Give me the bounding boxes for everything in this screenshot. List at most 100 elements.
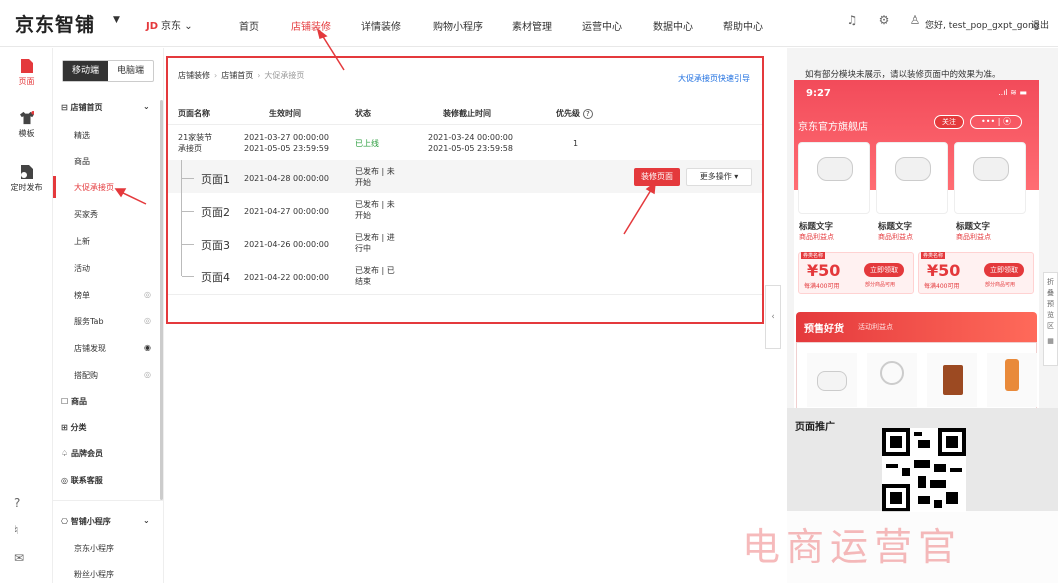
phone-frame: 9:27 ..ıl ≋ ▬ 京东官方旗舰店 关注 ••• | ⦿ 标题文字 商品… [794,80,1039,453]
nav-material[interactable]: 素材管理 [512,18,552,33]
jd-store-selector[interactable]: JD 京东 ⌄ [146,17,193,32]
user-icon: ♙ [909,13,921,27]
presale-header: 预售好货 活动利益点 [796,312,1037,342]
quick-guide-link[interactable]: 大促承接页快速引导 [678,73,750,84]
collapse-preview-label: 折叠预览区 [1047,278,1054,330]
panel-item-promo-page[interactable]: 大促承接页 [74,182,114,193]
subpage-name: 页面1 [201,173,230,186]
group-customer-service-label: 联系客服 [70,476,103,485]
logout-link[interactable]: 退出 [1031,18,1049,31]
rail-item-pages[interactable]: 页面 [0,58,53,87]
logo-caret-icon[interactable]: ▼ [113,15,120,25]
eye-icon[interactable]: ◎ [144,370,151,379]
panel-item-jd-mini[interactable]: 京东小程序 [74,543,114,554]
shirt-icon [19,111,34,125]
decorate-page-button[interactable]: 装修页面 [634,168,680,186]
gear-icon[interactable]: ⚙ [877,13,891,27]
page-icon [20,59,33,73]
earbuds-image [807,353,857,407]
col-effective-time: 生效时间 [269,109,301,118]
help-circle-icon[interactable]: ? [582,109,593,119]
eye-icon[interactable]: ◎ [144,290,151,299]
headset-icon[interactable]: ♮ [14,523,18,537]
page-name-line1: 21家装节 [178,133,213,142]
chevron-down-icon: ⌄ [143,102,150,111]
claim-coupon-button[interactable]: 立即领取 [864,263,904,277]
deadline-start: 2021-03-24 00:00:00 [428,133,513,142]
rail-item-templates-label: 模板 [18,129,35,138]
store-name: 京东官方旗舰店 [798,122,868,133]
panel-item-service-tab[interactable]: 服务Tab [74,316,104,327]
collapse-arrow-icon[interactable]: ‹ [765,285,781,349]
panel-item-featured[interactable]: 精选 [74,130,90,141]
nav-mini-program[interactable]: 购物小程序 [433,18,483,33]
panel-item-fans-mini[interactable]: 粉丝小程序 [74,569,114,580]
subpage-status: 已发布 | 已结束 [355,265,395,287]
qr-small-icon: ▦ [1047,337,1054,345]
status-line1: 已发布 | 未 [355,200,395,209]
nav-operation[interactable]: 运营中心 [582,18,622,33]
nav-store-decoration[interactable]: 店铺装修 [291,18,331,33]
earbuds-image [895,157,931,181]
collapse-preview-tab[interactable]: 折叠预览区 ▦ [1043,272,1058,366]
col-deadline: 装修截止时间 [443,109,491,118]
tree-branch [182,211,194,212]
deadline-end: 2021-05-05 23:59:58 [428,144,513,153]
group-customer-service[interactable]: ◎ 联系客服 [61,475,103,486]
presale-subtitle: 活动利益点 [858,323,893,331]
claim-coupon-button[interactable]: 立即领取 [984,263,1024,277]
panel-item-discovery[interactable]: 店铺发现 [74,343,106,354]
panel-item-new[interactable]: 上新 [74,236,90,247]
subpage-status: 已发布 | 未开始 [355,166,395,188]
active-indicator [53,176,56,198]
product-subtitle: 商品利益点 [878,233,913,241]
panel-item-activity[interactable]: 活动 [74,263,90,274]
crumb-store-home[interactable]: 店铺首页 [221,71,253,80]
bell-icon[interactable]: ♫ [845,13,859,27]
help-icon[interactable]: ? [14,496,20,510]
rail-item-templates[interactable]: 模板 [0,110,53,139]
coupon-card: 券类名称 ¥50 每满400可用 立即领取 部分商品可用 [798,252,914,294]
jd-store-label: 京东 [161,21,182,32]
product-card [876,142,948,214]
page-list-panel: 移动端 电脑端 ⊟ 店铺首页 ⌄ 精选 商品 大促承接页 买家秀 上新 活动 榜单… [53,48,164,583]
phone-image [987,353,1037,407]
panel-scrollbar[interactable] [160,100,163,500]
device-toggle: 移动端 电脑端 [62,60,154,82]
product-subtitle: 商品利益点 [799,233,834,241]
subpage-name: 页面3 [201,239,230,252]
coupon-tag: 券类名称 [921,252,946,259]
wallet-image [927,353,977,407]
product-title: 标题文字 [878,222,913,232]
more-actions-button[interactable]: 更多操作 ▾ [686,168,752,186]
priority-value: 1 [573,139,579,148]
panel-item-ranking[interactable]: 榜单 [74,290,90,301]
rail-item-scheduled[interactable]: 定时发布 [0,164,53,193]
group-store-home[interactable]: ⊟ 店铺首页 ⌄ [61,102,150,113]
follow-button[interactable]: 关注 [934,115,964,129]
eye-icon[interactable]: ◉ [144,343,151,352]
nav-help[interactable]: 帮助中心 [723,18,763,33]
crumb-store-decoration[interactable]: 店铺装修 [178,71,210,80]
mode-pc-button[interactable]: 电脑端 [108,61,153,81]
panel-item-buyer-show[interactable]: 买家秀 [74,209,98,220]
nav-data[interactable]: 数据中心 [653,18,693,33]
panel-item-products[interactable]: 商品 [74,156,90,167]
group-mini-program[interactable]: ⎔ 智铺小程序 ⌄ [61,516,150,527]
crumb-current: 大促承接页 [264,71,305,80]
nav-home[interactable]: 首页 [239,18,259,33]
mode-mobile-button[interactable]: 移动端 [63,61,108,81]
more-menu-button[interactable]: ••• | ⦿ [970,115,1022,129]
subpage-status: 已发布 | 未开始 [355,199,395,221]
subpage-time: 2021-04-28 00:00:00 [244,174,329,183]
col-status: 状态 [355,109,371,118]
nav-detail-decoration[interactable]: 详情装修 [361,18,401,33]
eye-icon[interactable]: ◎ [144,316,151,325]
group-member[interactable]: ♤ 品牌会员 [61,448,103,459]
panel-item-bundle[interactable]: 搭配购 [74,370,98,381]
feedback-icon[interactable]: ✉ [14,551,24,565]
subpage-name: 页面4 [201,271,230,284]
group-category[interactable]: ⊞ 分类 [61,422,87,433]
group-products[interactable]: ☐ 商品 [61,396,87,407]
phone-time: 9:27 [806,88,831,99]
